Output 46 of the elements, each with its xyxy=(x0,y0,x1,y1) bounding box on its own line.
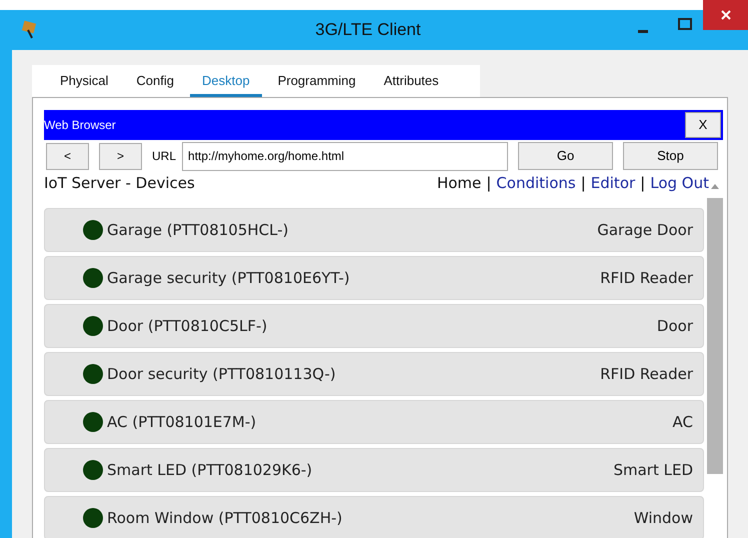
device-name: Door security (PTT0810113Q-) xyxy=(107,364,336,385)
device-type: Door xyxy=(656,316,693,337)
close-icon xyxy=(720,10,730,20)
device-row[interactable]: AC (PTT08101E7M-) AC xyxy=(44,400,704,444)
device-row[interactable]: Garage security (PTT0810E6YT-) RFID Reader xyxy=(44,256,704,300)
device-row[interactable]: Smart LED (PTT081029K6-) Smart LED xyxy=(44,448,704,492)
nav-separator: | xyxy=(486,172,492,194)
device-type: RFID Reader xyxy=(600,364,693,385)
url-field[interactable]: http://myhome.org/home.html xyxy=(182,142,508,170)
device-row[interactable]: Door (PTT0810C5LF-) Door xyxy=(44,304,704,348)
device-name: Garage (PTT08105HCL-) xyxy=(107,220,288,241)
device-name: AC (PTT08101E7M-) xyxy=(107,412,256,433)
window-title: 3G/LTE Client xyxy=(315,19,421,42)
device-name: Smart LED (PTT081029K6-) xyxy=(107,460,312,481)
go-button[interactable]: Go xyxy=(518,142,614,170)
forward-button[interactable]: > xyxy=(99,142,142,170)
stop-button[interactable]: Stop xyxy=(623,142,718,170)
browser-title: Web Browser xyxy=(44,117,116,134)
nav-text: Home xyxy=(436,172,482,194)
nav-link[interactable]: Log Out xyxy=(650,172,709,194)
device-type: Garage Door xyxy=(597,220,693,241)
maximize-button[interactable] xyxy=(678,18,692,30)
device-type: RFID Reader xyxy=(600,268,693,289)
device-type: Window xyxy=(634,508,693,529)
device-name: Garage security (PTT0810E6YT-) xyxy=(107,268,350,289)
nav-separator: | xyxy=(580,172,586,194)
tab[interactable]: Attributes xyxy=(372,65,451,97)
back-button[interactable]: < xyxy=(46,142,89,170)
nav-link[interactable]: Conditions xyxy=(496,172,576,194)
device-row[interactable]: Garage (PTT08105HCL-) Garage Door xyxy=(44,208,704,252)
device-type: AC xyxy=(672,412,693,433)
device-row[interactable]: Door security (PTT0810113Q-) RFID Reader xyxy=(44,352,704,396)
nav-link[interactable]: Editor xyxy=(590,172,636,194)
device-type: Smart LED xyxy=(613,460,693,481)
page-heading: IoT Server - Devices xyxy=(44,172,195,194)
url-label: URL xyxy=(152,148,176,165)
scroll-up-icon xyxy=(710,184,718,189)
browser-close-button[interactable]: X xyxy=(685,112,721,138)
device-row[interactable]: Room Window (PTT0810C6ZH-) Window xyxy=(44,496,704,538)
device-name: Door (PTT0810C5LF-) xyxy=(107,316,268,337)
nav-separator: | xyxy=(640,172,646,194)
close-button[interactable] xyxy=(703,0,748,30)
device-name: Room Window (PTT0810C6ZH-) xyxy=(107,508,342,529)
tab[interactable]: Config xyxy=(124,65,186,97)
tab[interactable]: Physical xyxy=(48,65,120,97)
tab[interactable]: Programming xyxy=(266,65,368,97)
